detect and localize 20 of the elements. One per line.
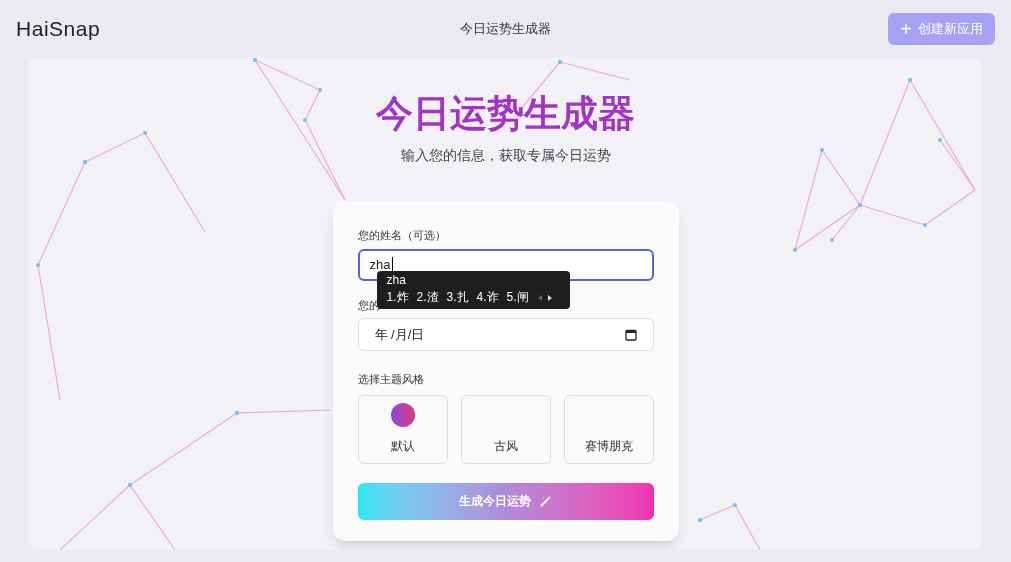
theme-option[interactable]: 默认 xyxy=(357,394,448,464)
ime-candidate[interactable]: 4.诈 xyxy=(476,289,499,307)
page-title: 今日运势生成器 xyxy=(460,19,551,38)
swatch-icon xyxy=(390,402,415,427)
ime-candidate[interactable]: 1.炸 xyxy=(386,289,409,307)
date-input[interactable]: 年 /月/日 xyxy=(357,318,654,352)
network-drawing xyxy=(698,503,761,550)
theme-label: 选择主题风格 xyxy=(357,372,425,388)
hero-title: 今日运势生成器 xyxy=(376,92,635,136)
ime-candidate[interactable]: 2.渣 xyxy=(416,289,439,307)
magic-wand-icon xyxy=(539,494,552,508)
ime-candidate[interactable]: 3.扎 xyxy=(446,289,469,307)
theme-option[interactable]: 古风 xyxy=(460,394,551,464)
logo[interactable]: HaiSnap xyxy=(16,12,216,45)
theme-option[interactable]: 赛博朋克 xyxy=(563,394,654,464)
hero-subtitle: 输入您的信息，获取专属今日运势 xyxy=(400,146,611,166)
page-arrows-icon[interactable] xyxy=(536,293,553,302)
calendar-icon[interactable] xyxy=(624,328,637,341)
ime-candidate[interactable]: 5.闸 xyxy=(506,289,529,307)
name-label: 您的姓名（可选） xyxy=(357,228,447,244)
